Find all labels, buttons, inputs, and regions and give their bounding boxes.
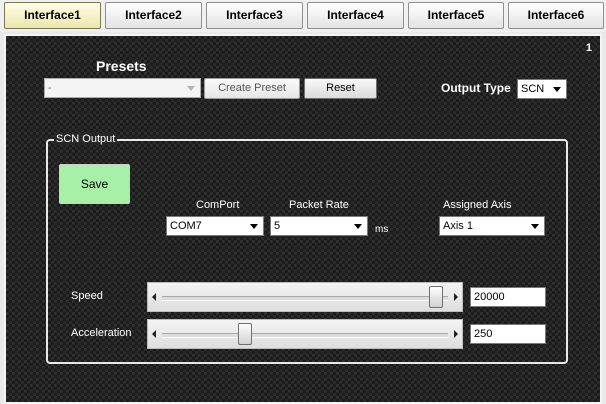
packet-rate-label: Packet Rate (289, 199, 349, 211)
assigned-axis-selected-value: Axis 1 (443, 220, 473, 232)
slider-track (162, 333, 448, 338)
arrow-left-icon[interactable] (152, 330, 156, 338)
packet-rate-selected-value: 5 (274, 220, 281, 232)
panel-number: 1 (585, 42, 592, 54)
tab-interface6[interactable]: Interface6 (508, 2, 604, 29)
slider-thumb[interactable] (238, 323, 253, 345)
tab-interface3[interactable]: Interface3 (206, 2, 303, 29)
speed-slider[interactable] (147, 282, 463, 312)
interface-panel: 1 Presets - Create Preset Reset Output T… (4, 34, 602, 404)
tab-interface4[interactable]: Interface4 (307, 2, 404, 29)
output-type-selected-value: SCN (521, 83, 545, 95)
speed-label: Speed (71, 290, 103, 302)
chevron-down-icon (250, 224, 258, 229)
comport-label: ComPort (196, 199, 240, 211)
assigned-axis-dropdown[interactable]: Axis 1 (439, 216, 545, 236)
acceleration-input[interactable]: 250 (470, 324, 546, 344)
chevron-down-icon (531, 224, 539, 229)
acceleration-slider[interactable] (147, 319, 463, 349)
output-type-dropdown[interactable]: SCN (517, 79, 567, 99)
chevron-down-icon (354, 224, 362, 229)
scn-output-title: SCN Output (54, 133, 118, 145)
speed-input[interactable]: 20000 (470, 287, 546, 307)
arrow-left-icon[interactable] (152, 293, 156, 301)
slider-thumb[interactable] (428, 286, 443, 308)
tab-interface2[interactable]: Interface2 (105, 2, 202, 29)
acceleration-label: Acceleration (71, 327, 132, 339)
packet-rate-unit: ms (375, 224, 389, 235)
comport-selected-value: COM7 (170, 220, 202, 232)
presets-dropdown[interactable]: - (44, 78, 201, 98)
chevron-down-icon (553, 87, 561, 92)
arrow-right-icon[interactable] (454, 330, 458, 338)
slider-track (162, 296, 448, 301)
comport-dropdown[interactable]: COM7 (166, 216, 264, 236)
scn-output-group: SCN Output Save ComPort COM7 Packet Rate… (46, 133, 568, 364)
arrow-right-icon[interactable] (454, 293, 458, 301)
create-preset-button[interactable]: Create Preset (204, 78, 300, 99)
tab-interface5[interactable]: Interface5 (408, 2, 504, 29)
tab-interface1[interactable]: Interface1 (4, 2, 101, 29)
reset-button[interactable]: Reset (304, 78, 377, 99)
packet-rate-dropdown[interactable]: 5 (270, 216, 368, 236)
presets-title: Presets (96, 58, 147, 74)
assigned-axis-label: Assigned Axis (443, 199, 512, 211)
tab-strip: Interface1 Interface2 Interface3 Interfa… (0, 0, 606, 32)
save-button[interactable]: Save (59, 164, 130, 204)
presets-selected-value: - (48, 82, 52, 94)
chevron-down-icon (187, 86, 195, 91)
output-type-label: Output Type (441, 81, 511, 95)
